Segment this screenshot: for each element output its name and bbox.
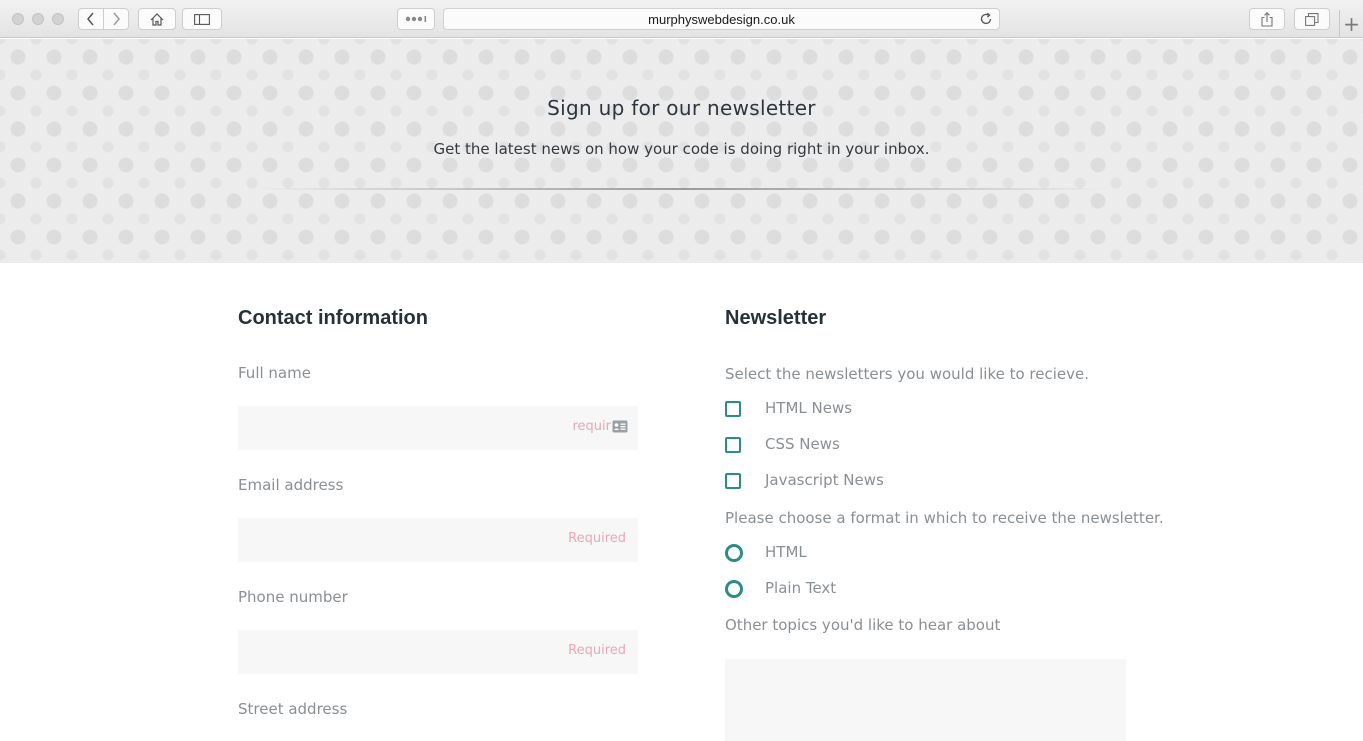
phone-label: Phone number [238, 588, 348, 606]
reader-button[interactable] [397, 8, 435, 30]
forward-button[interactable] [103, 8, 129, 30]
newsletter-hero: Sign up for our newsletter Get the lates… [0, 39, 1363, 263]
newsletter-option-javascript[interactable]: Javascript News [725, 471, 884, 491]
full-name-label: Full name [238, 364, 311, 382]
show-tabs-button[interactable] [1294, 8, 1330, 30]
share-button[interactable] [1249, 8, 1285, 30]
back-icon [87, 12, 94, 26]
reader-icon [405, 16, 427, 22]
hero-title: Sign up for our newsletter [547, 96, 816, 120]
email-input[interactable]: Required [238, 518, 638, 562]
plain-text-format-radio[interactable] [725, 580, 743, 598]
sidebar-button[interactable] [182, 8, 222, 30]
full-name-input[interactable]: requir [238, 406, 638, 450]
url-text: murphyswebdesign.co.uk [648, 11, 795, 27]
html-format-label: HTML [765, 543, 807, 561]
other-topics-textarea[interactable] [725, 659, 1126, 741]
zoom-window-button[interactable] [52, 13, 64, 25]
back-button[interactable] [78, 8, 104, 30]
browser-toolbar: murphyswebdesign.co.uk + [0, 0, 1363, 38]
html-news-label: HTML News [765, 399, 853, 417]
newsletter-option-html[interactable]: HTML News [725, 399, 852, 419]
format-prompt: Please choose a format in which to recei… [725, 509, 1164, 527]
sidebar-icon [194, 13, 210, 25]
new-tab-button[interactable]: + [1339, 10, 1363, 38]
contact-heading: Contact information [238, 307, 428, 329]
home-icon [150, 12, 164, 26]
address-bar[interactable]: murphyswebdesign.co.uk [443, 8, 1000, 30]
format-option-html[interactable]: HTML [725, 543, 807, 563]
close-window-button[interactable] [12, 13, 24, 25]
newsletter-select-prompt: Select the newsletters you would like to… [725, 365, 1090, 383]
reload-icon[interactable] [979, 12, 993, 26]
phone-input[interactable]: Required [238, 630, 638, 674]
format-option-plain-text[interactable]: Plain Text [725, 579, 836, 599]
phone-required-placeholder: Required [568, 643, 626, 658]
street-address-label: Street address [238, 700, 348, 718]
other-topics-label: Other topics you'd like to hear about [725, 616, 1001, 634]
newsletter-heading: Newsletter [725, 307, 827, 329]
share-icon [1261, 11, 1273, 27]
contact-card-icon[interactable] [612, 420, 628, 433]
plus-icon: + [1343, 12, 1360, 36]
javascript-news-label: Javascript News [765, 471, 884, 489]
full-name-required-placeholder: requir [572, 419, 611, 434]
css-news-checkbox[interactable] [725, 437, 741, 453]
newsletter-option-css[interactable]: CSS News [725, 435, 840, 455]
forward-icon [113, 12, 120, 26]
hero-divider [258, 188, 1108, 190]
email-required-placeholder: Required [568, 531, 626, 546]
css-news-label: CSS News [765, 435, 840, 453]
minimize-window-button[interactable] [32, 13, 44, 25]
tabs-icon [1305, 12, 1319, 26]
javascript-news-checkbox[interactable] [725, 473, 741, 489]
html-news-checkbox[interactable] [725, 401, 741, 417]
plain-text-format-label: Plain Text [765, 579, 837, 597]
email-label: Email address [238, 476, 344, 494]
html-format-radio[interactable] [725, 544, 743, 562]
hero-subtitle: Get the latest news on how your code is … [433, 140, 930, 158]
home-button[interactable] [138, 8, 176, 30]
